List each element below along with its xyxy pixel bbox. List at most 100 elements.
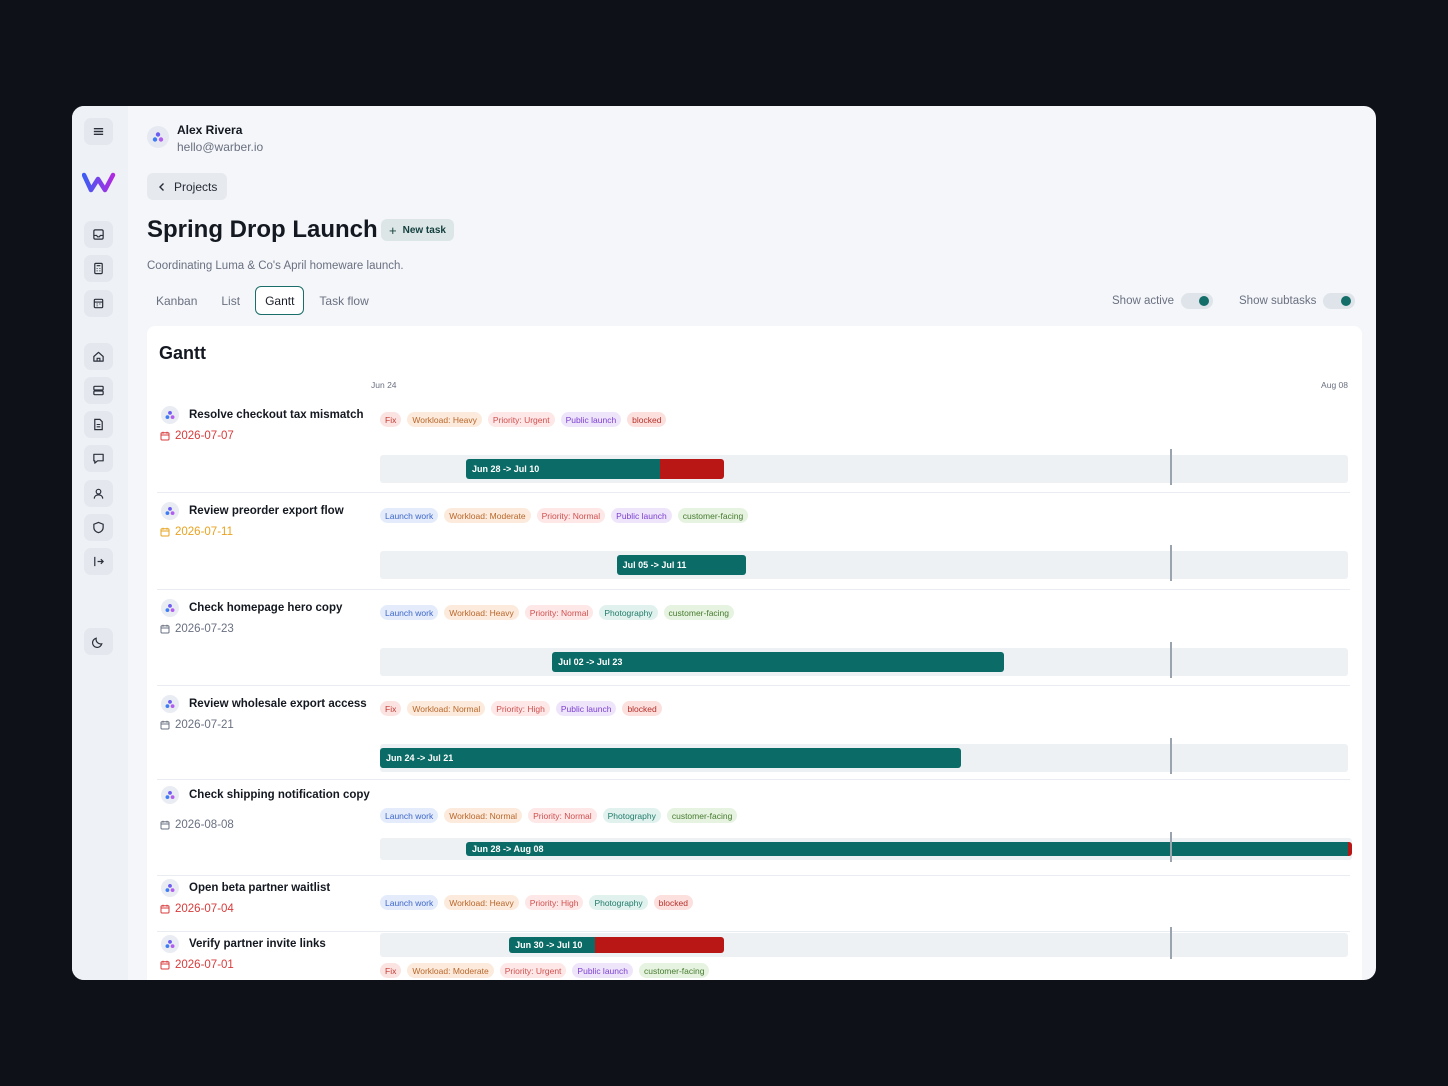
gantt-bar[interactable]: Jul 02 -> Jul 23 [552,652,1004,672]
menu-icon[interactable] [84,118,113,145]
task-name[interactable]: Review preorder export flow [189,503,374,519]
calendar-icon [160,527,170,537]
user-avatar[interactable] [147,126,169,148]
tag-badge[interactable]: customer-facing [677,508,749,523]
gantt-task-row[interactable]: Open beta partner waitlist 2026-07-04 La… [147,877,1362,933]
new-task-button[interactable]: + New task [381,219,454,241]
gantt-bar[interactable]: Jul 05 -> Jul 11 [616,555,746,575]
tag-badge[interactable]: customer-facing [638,963,710,978]
chevron-left-icon [159,182,164,191]
show-active-switch[interactable] [1181,293,1214,309]
gantt-bar[interactable]: Jun 28 -> Jul 10 [466,459,725,479]
tag-badge[interactable]: Priority: Normal [536,508,606,523]
tag-badge[interactable]: Launch work [380,508,439,523]
task-name[interactable]: Resolve checkout tax mismatch [189,407,374,423]
tag-badge[interactable]: blocked [627,412,667,427]
tag-badge[interactable]: Public launch [555,701,617,716]
tag-badge[interactable]: Priority: Normal [528,808,597,823]
theme-moon-icon[interactable] [84,628,113,655]
assignee-avatar[interactable] [161,502,179,520]
tag-badge[interactable]: Fix [380,701,402,716]
new-task-label: New task [402,224,446,236]
assignee-avatar[interactable] [161,935,179,953]
tab-kanban[interactable]: Kanban [147,286,206,315]
tag-badge[interactable]: Public launch [611,508,672,523]
due-date-text: 2026-07-11 [175,526,233,538]
document-icon[interactable] [84,411,113,438]
tag-badge[interactable]: Public launch [560,412,622,427]
tab-list[interactable]: List [212,286,249,315]
gantt-bar-progress [380,748,961,768]
task-name[interactable]: Check homepage hero copy [189,600,374,616]
row-divider [157,492,1350,493]
task-due-date: 2026-07-11 [160,526,233,538]
gantt-bar-label: Jun 24 -> Jul 21 [386,753,454,763]
tag-badge[interactable]: Workload: Heavy [407,412,482,427]
row-divider [157,779,1350,780]
tag-badge[interactable]: Workload: Heavy [444,895,519,910]
database-icon[interactable] [84,377,113,404]
tag-badge[interactable]: Photography [589,895,648,910]
inbox-icon[interactable] [84,221,113,248]
user-icon[interactable] [84,480,113,507]
due-date-text: 2026-07-01 [175,959,234,971]
timeline-start-label: Jun 24 [371,380,397,390]
tag-badge[interactable]: Fix [380,963,402,978]
gantt-task-row[interactable]: Verify partner invite links 2026-07-01 F… [147,933,1362,980]
task-name[interactable]: Review wholesale export access [189,696,374,712]
tag-badge[interactable]: customer-facing [663,605,735,620]
tab-gantt[interactable]: Gantt [255,286,305,315]
tag-badge[interactable]: Priority: High [524,895,584,910]
shield-icon[interactable] [84,514,113,541]
assignee-avatar[interactable] [161,406,179,424]
task-name[interactable]: Open beta partner waitlist [189,880,374,896]
logout-icon[interactable] [84,548,113,575]
calendar-icon[interactable] [84,290,113,317]
tag-badge[interactable]: Launch work [380,895,439,910]
task-name[interactable]: Check shipping notification copy [189,787,374,803]
gantt-task-row[interactable]: Check shipping notification copy 2026-08… [147,781,1362,877]
assignee-avatar[interactable] [161,695,179,713]
calculator-icon[interactable] [84,255,113,282]
gantt-bar-label: Jul 05 -> Jul 11 [622,560,687,570]
show-subtasks-toggle[interactable]: Show subtasks [1239,293,1356,309]
tag-badge[interactable]: Priority: Normal [524,605,594,620]
tag-badge[interactable]: Launch work [380,808,439,823]
timeline-end-label: Aug 08 [1321,380,1348,390]
task-due-date: 2026-07-21 [160,719,234,731]
back-to-projects-button[interactable]: Projects [147,173,228,200]
tag-badge[interactable]: Photography [599,605,658,620]
task-name[interactable]: Verify partner invite links [189,936,374,952]
tag-badge[interactable]: Workload: Normal [444,808,523,823]
tag-badge[interactable]: Workload: Normal [407,701,486,716]
tag-badge[interactable]: blocked [622,701,662,716]
assignee-avatar[interactable] [161,879,179,897]
task-due-date: 2026-07-07 [160,430,234,442]
chat-icon[interactable] [84,445,113,472]
tag-badge[interactable]: Launch work [380,605,439,620]
tag-badge[interactable]: Priority: Urgent [487,412,555,427]
show-subtasks-switch[interactable] [1323,293,1356,309]
assignee-avatar[interactable] [161,599,179,617]
task-tags: Fix Workload: Normal Priority: High Public … [380,701,662,716]
tag-badge[interactable]: Fix [380,412,402,427]
gantt-bar[interactable]: Jun 28 -> Aug 08 [466,842,1352,856]
due-date-text: 2026-07-23 [175,623,234,635]
tag-badge[interactable]: Photography [602,808,661,823]
tag-badge[interactable]: Priority: Urgent [499,963,567,978]
tag-badge[interactable]: Workload: Heavy [444,605,519,620]
tag-badge[interactable]: Workload: Moderate [444,508,531,523]
today-marker-line [1170,449,1172,485]
tag-badge[interactable]: Public launch [572,963,633,978]
tag-badge[interactable]: blocked [653,895,693,910]
show-active-toggle[interactable]: Show active [1112,293,1214,309]
calendar-icon [160,431,170,441]
tag-badge[interactable]: Priority: High [491,701,550,716]
tab-task-flow[interactable]: Task flow [310,286,377,315]
gantt-bar[interactable]: Jun 24 -> Jul 21 [380,748,961,768]
tag-badge[interactable]: Workload: Moderate [407,963,494,978]
app-window: Alex Rivera hello@warber.io Projects Spr… [72,106,1376,980]
home-icon[interactable] [84,343,113,370]
tag-badge[interactable]: customer-facing [666,808,738,823]
assignee-avatar[interactable] [161,786,179,804]
